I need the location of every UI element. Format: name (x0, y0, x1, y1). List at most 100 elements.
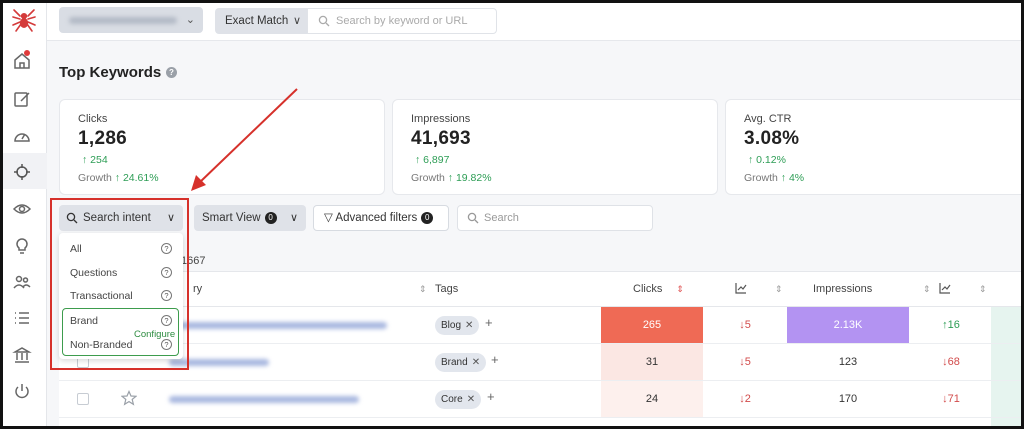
chevron-down-icon: ∨ (292, 15, 301, 27)
match-type-label: Exact Match (225, 15, 289, 27)
sort-icon[interactable]: ⇕ (415, 272, 427, 306)
metric-growth: Growth ↑ 19.82% (411, 172, 492, 184)
tag-chip[interactable]: Brand ✕ (435, 353, 487, 372)
search-icon (467, 212, 479, 224)
growth-label: Growth (78, 172, 112, 184)
clicks-change: ↓2 (739, 393, 751, 405)
column-header-query[interactable]: ry (193, 272, 202, 306)
column-header-query-label: ry (193, 283, 203, 295)
notification-dot (24, 50, 30, 56)
metric-value: 3.08% (744, 128, 800, 149)
metric-delta: ↑ 254 (82, 154, 108, 166)
tag-label: Blog (441, 320, 462, 331)
site-selector[interactable]: ⌄ (59, 7, 203, 33)
metric-card-impressions: Impressions 41,693 ↑ 6,897 Growth ↑ 19.8… (392, 99, 718, 195)
crosshair-icon[interactable] (12, 162, 32, 182)
add-tag-icon[interactable]: + (485, 315, 493, 330)
growth-label: Growth (744, 172, 778, 184)
annotation-highlight-box (50, 198, 189, 370)
metric-card-clicks: Clicks 1,286 ↑ 254 Growth ↑ 24.61% (59, 99, 385, 195)
tag-label: Brand (441, 357, 468, 368)
growth-label: Growth (411, 172, 445, 184)
spider-logo-icon[interactable] (11, 7, 37, 33)
impressions-cell: 2.13K (787, 307, 909, 343)
table-row[interactable]: Core ✕ + 24 ↓2 170 ↓71 (59, 381, 1021, 418)
chevron-down-icon: ⌄ (185, 14, 195, 26)
tag-label: Core (441, 394, 463, 405)
impressions-cell: 123 (838, 356, 858, 368)
metric-growth: Growth ↑ 4% (744, 172, 805, 184)
keyword-search-placeholder: Search by keyword or URL (336, 15, 468, 27)
sort-icon[interactable]: ⇕ (771, 272, 783, 306)
search-icon (318, 15, 330, 27)
smart-view-count-badge: 0 (264, 212, 277, 224)
growth-value: 4% (788, 172, 805, 184)
clicks-cell: 265 (601, 307, 703, 343)
smart-view-button[interactable]: Smart View 0 ∨ (194, 205, 306, 231)
metric-delta-value: 6,897 (423, 154, 450, 166)
metric-label: Clicks (78, 113, 108, 125)
add-tag-icon[interactable]: + (491, 352, 499, 367)
metric-growth: Growth ↑ 24.61% (78, 172, 159, 184)
help-icon[interactable]: ? (166, 67, 177, 78)
column-header-tags[interactable]: Tags (435, 272, 458, 306)
keywords-table: ry ⇕ Tags Clicks ⇕ ⇕ Impressions ⇕ ⇕ Blog… (59, 271, 1021, 426)
sidebar (3, 3, 47, 426)
close-icon[interactable]: ✕ (472, 357, 480, 368)
table-search-input[interactable]: Search (457, 205, 653, 231)
metric-value: 41,693 (411, 128, 471, 149)
trend-chart-icon[interactable] (735, 272, 747, 306)
sort-icon[interactable]: ⇕ (919, 272, 931, 306)
power-icon[interactable] (12, 381, 32, 401)
advanced-filters-label: Advanced filters (335, 212, 418, 224)
metric-delta-value: 0.12% (756, 154, 786, 166)
star-icon[interactable] (121, 390, 137, 406)
table-search-placeholder: Search (484, 212, 519, 224)
filter-funnel-icon: ▽ (324, 212, 333, 224)
close-icon[interactable]: ✕ (467, 394, 475, 405)
impressions-change: ↓68 (942, 356, 960, 368)
growth-value: 19.82% (455, 172, 492, 184)
keyword-link-blurred[interactable] (169, 322, 387, 329)
table-row[interactable]: Blog ✕ + 265 ↓5 2.13K ↑16 (59, 307, 1021, 344)
close-icon[interactable]: ✕ (465, 320, 473, 331)
chevron-down-icon: ∨ (289, 212, 298, 224)
table-row[interactable]: Brand ✕ + 31 ↓5 123 ↓68 (59, 344, 1021, 381)
bank-icon[interactable] (12, 345, 32, 365)
advanced-filters-count-badge: 0 (421, 212, 434, 224)
metric-card-avg-ctr: Avg. CTR 3.08% ↑ 0.12% Growth ↑ 4% (725, 99, 1021, 195)
advanced-filters-button[interactable]: ▽ Advanced filters 0 (313, 205, 449, 231)
metric-value: 1,286 (78, 128, 128, 149)
edit-icon[interactable] (12, 89, 32, 109)
impressions-change: ↑16 (942, 319, 960, 331)
sort-icon[interactable]: ⇕ (975, 272, 987, 306)
tag-chip[interactable]: Blog ✕ (435, 316, 480, 335)
site-name-blurred (69, 17, 177, 24)
match-type-select[interactable]: Exact Match ∨ (215, 8, 307, 34)
clicks-cell: 24 (601, 381, 703, 417)
column-header-clicks[interactable]: Clicks ⇕ (633, 272, 684, 306)
clicks-change: ↓5 (739, 356, 751, 368)
metric-delta-value: 254 (90, 154, 108, 166)
column-header-impressions[interactable]: Impressions (813, 272, 872, 306)
list-icon[interactable] (12, 308, 32, 328)
add-tag-icon[interactable]: + (487, 389, 495, 404)
eye-icon[interactable] (12, 199, 32, 219)
trend-chart-icon[interactable] (939, 272, 951, 306)
lightbulb-icon[interactable] (12, 235, 32, 255)
top-bar: ⌄ Exact Match ∨ Search by keyword or URL (47, 3, 1021, 41)
dashboard-gauge-icon[interactable] (12, 126, 32, 146)
row-checkbox[interactable] (77, 393, 89, 405)
tag-chip[interactable]: Core ✕ (435, 390, 482, 409)
impressions-cell: 170 (838, 393, 858, 405)
clicks-cell: 31 (601, 344, 703, 380)
metric-delta: ↑ 6,897 (415, 154, 450, 166)
keyword-search-input[interactable]: Search by keyword or URL (307, 8, 497, 34)
users-icon[interactable] (12, 272, 32, 292)
growth-value: 24.61% (122, 172, 159, 184)
column-header-clicks-label: Clicks (633, 283, 663, 295)
metric-delta: ↑ 0.12% (748, 154, 786, 166)
keyword-link-blurred[interactable] (169, 396, 359, 403)
clicks-change: ↓5 (739, 319, 751, 331)
impressions-change: ↓71 (942, 393, 960, 405)
